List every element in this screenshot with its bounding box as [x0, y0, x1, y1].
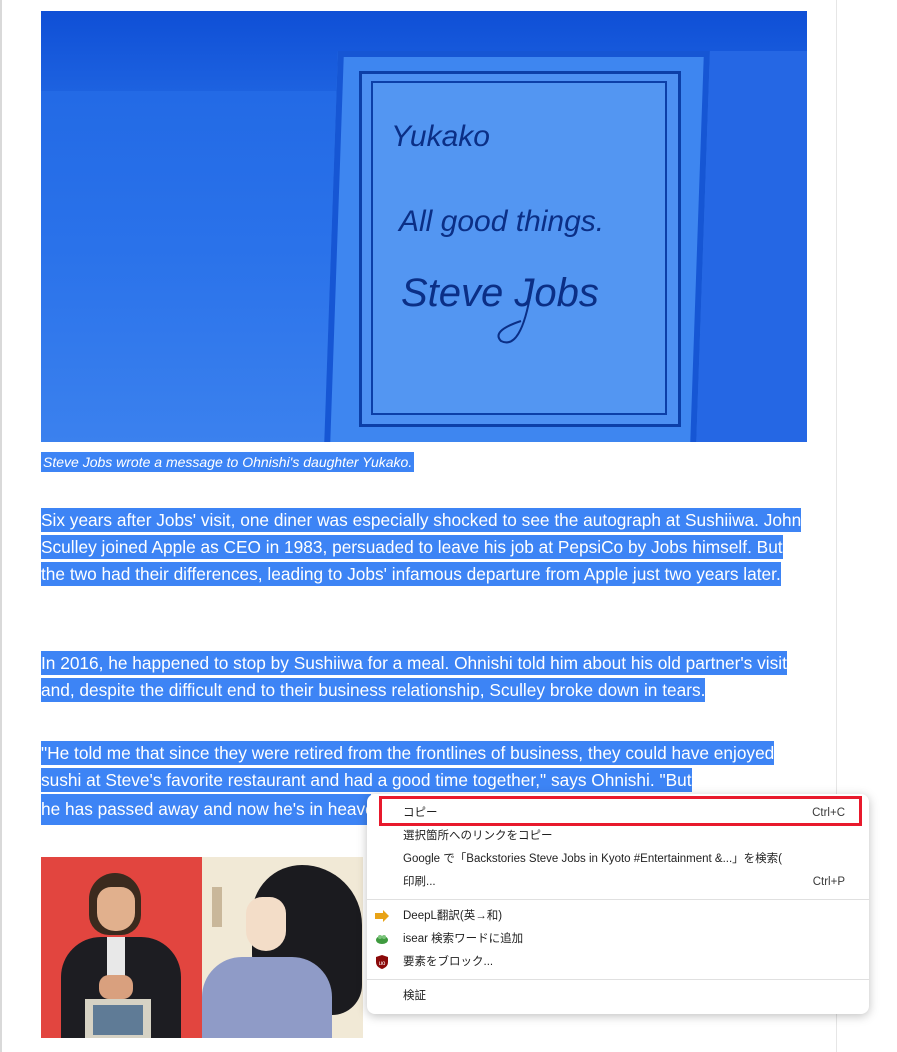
ublock-icon: uo — [376, 955, 388, 969]
menu-item-isear[interactable]: isear 検索ワードに追加 — [367, 928, 869, 950]
paragraph-2-text: In 2016, he happened to stop by Sushiiwa… — [41, 651, 787, 702]
menu-item-copy[interactable]: コピー Ctrl+C — [367, 802, 869, 824]
menu-item-deepl[interactable]: DeepL翻訳(英→和) — [367, 905, 869, 927]
menu-item-copy-link[interactable]: 選択箇所へのリンクをコピー — [367, 825, 869, 847]
macintosh-computer — [85, 999, 151, 1038]
menu-item-deepl-label: DeepL翻訳(英→和) — [403, 910, 503, 922]
svg-text:uo: uo — [379, 961, 386, 967]
context-menu: コピー Ctrl+C 選択箇所へのリンクをコピー Google で「Backst… — [367, 794, 869, 1014]
paragraph-3-text-continued: he has passed away and now he's in heave… — [41, 794, 371, 825]
page-left-border — [0, 0, 2, 1052]
paragraph-2: In 2016, he happened to stop by Sushiiwa… — [41, 650, 811, 704]
menu-item-copy-shortcut: Ctrl+C — [812, 807, 845, 819]
menu-item-print[interactable]: 印刷... Ctrl+P — [367, 871, 869, 893]
menu-item-print-label: 印刷... — [403, 876, 436, 888]
menu-separator — [367, 899, 869, 900]
autograph-photo: Yukako All good things. Steve Jobs — [41, 11, 807, 442]
menu-item-inspect-label: 検証 — [403, 990, 426, 1002]
jobs-portrait-photo — [41, 857, 202, 1038]
menu-item-block-element-label: 要素をブロック... — [403, 956, 494, 968]
signature-line3: Steve Jobs — [401, 271, 599, 315]
menu-item-print-shortcut: Ctrl+P — [812, 876, 845, 888]
signature-drawing: Yukako All good things. Steve Jobs — [391, 120, 604, 344]
isear-icon — [376, 935, 388, 944]
menu-separator — [367, 979, 869, 980]
paragraph-1-text: Six years after Jobs' visit, one diner w… — [41, 508, 802, 586]
paragraph-3-text: "He told me that since they were retired… — [41, 741, 775, 792]
paragraph-1: Six years after Jobs' visit, one diner w… — [41, 507, 811, 588]
menu-item-block-element[interactable]: uo 要素をブロック... — [367, 951, 869, 973]
menu-item-google-search[interactable]: Google で「Backstories Steve Jobs in Kyoto… — [367, 848, 869, 870]
woodblock-print-image — [202, 857, 363, 1038]
image-caption: Steve Jobs wrote a message to Ohnishi's … — [41, 452, 415, 472]
signature-line2: All good things. — [397, 205, 604, 238]
signature-line1: Yukako — [391, 120, 490, 153]
menu-item-inspect[interactable]: 検証 — [367, 985, 869, 1007]
menu-item-copy-label: コピー — [403, 807, 438, 819]
menu-item-copy-link-label: 選択箇所へのリンクをコピー — [403, 830, 553, 842]
deepl-arrow-icon — [375, 910, 389, 922]
menu-item-google-search-label: Google で「Backstories Steve Jobs in Kyoto… — [403, 853, 783, 865]
menu-item-isear-label: isear 検索ワードに追加 — [403, 933, 524, 945]
